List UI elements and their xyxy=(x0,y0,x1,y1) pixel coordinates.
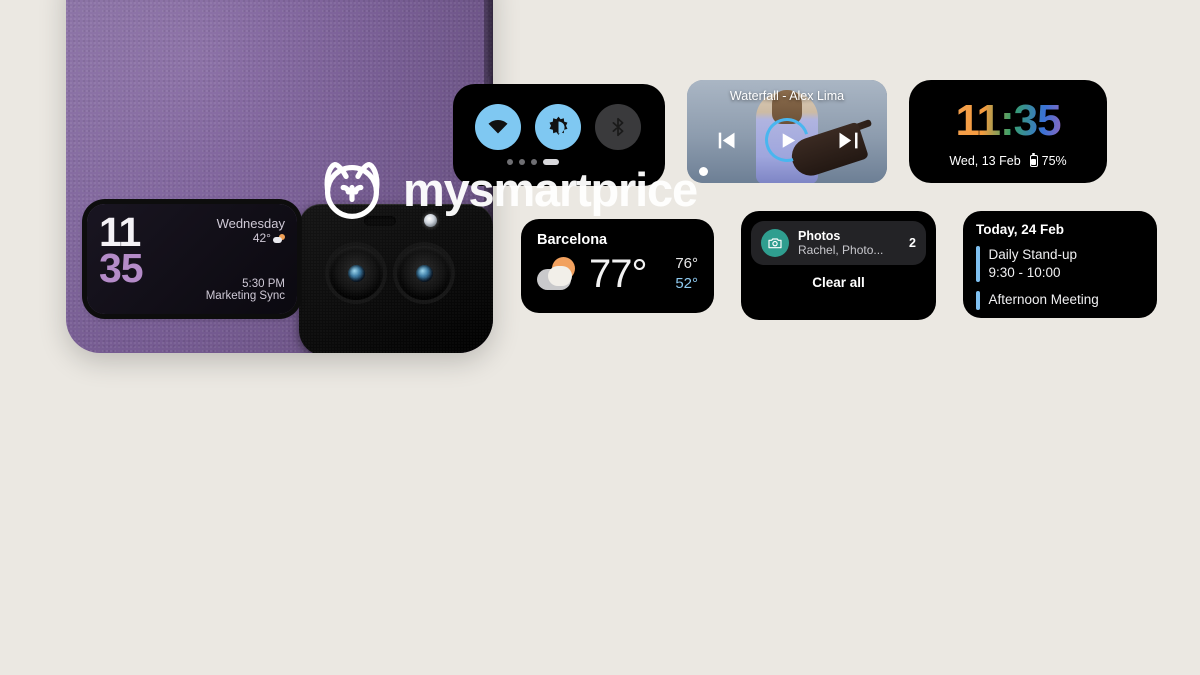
partly-cloudy-icon xyxy=(537,256,583,292)
page-dot xyxy=(531,159,537,165)
clock-subtitle: Wed, 13 Feb 75% xyxy=(909,153,1107,168)
play-button[interactable] xyxy=(765,118,809,162)
calendar-event-body: Afternoon Meeting xyxy=(989,291,1099,309)
cover-event-name: Marketing Sync xyxy=(205,290,285,302)
camera-module xyxy=(299,204,493,353)
quick-settings-page-dots[interactable] xyxy=(453,150,665,165)
notification-count: 2 xyxy=(909,236,916,250)
calendar-event[interactable]: Afternoon Meeting xyxy=(976,291,1144,310)
brightness-icon xyxy=(549,116,567,135)
calendar-event[interactable]: Daily Stand-up 9:30 - 10:00 xyxy=(976,246,1144,283)
quick-settings-widget[interactable] xyxy=(453,84,665,186)
previous-track-icon[interactable] xyxy=(712,127,739,154)
calendar-widget[interactable]: Today, 24 Feb Daily Stand-up 9:30 - 10:0… xyxy=(963,211,1157,318)
weather-high: 76° xyxy=(675,255,698,272)
cover-weather-block: Wednesday 42° xyxy=(181,216,285,245)
weather-widget[interactable]: Barcelona 77° 76° 52° xyxy=(521,219,714,313)
calendar-header: Today, 24 Feb xyxy=(976,222,1065,237)
battery-icon xyxy=(1029,153,1038,167)
weather-low: 52° xyxy=(675,275,698,293)
weather-high-low: 76° 52° xyxy=(675,254,698,295)
notification-summary: Rachel, Photo... xyxy=(798,243,884,257)
bluetooth-toggle[interactable] xyxy=(595,104,641,150)
play-icon xyxy=(782,132,795,148)
cover-display[interactable]: 11 35 Wednesday 42° 5:30 PM Marketing Sy… xyxy=(87,204,297,314)
notification-app-name: Photos xyxy=(798,229,841,243)
weather-readout: 77° 76° 52° xyxy=(537,254,698,295)
next-track-icon[interactable] xyxy=(835,127,862,154)
calendar-event-body: Daily Stand-up 9:30 - 10:00 xyxy=(989,246,1078,282)
notification-text: Photos Rachel, Photo... xyxy=(798,229,900,257)
cover-temperature: 42° xyxy=(181,231,285,245)
notification-item[interactable]: Photos Rachel, Photo... 2 xyxy=(751,221,926,265)
cover-day-label: Wednesday xyxy=(216,216,285,231)
event-title: Afternoon Meeting xyxy=(988,292,1099,308)
wifi-icon xyxy=(488,120,508,134)
media-widget[interactable]: Waterfall - Alex Lima xyxy=(687,80,887,183)
media-track-title: Waterfall - Alex Lima xyxy=(729,89,845,103)
page-dot xyxy=(507,159,513,165)
event-accent-bar xyxy=(976,291,980,310)
event-accent-bar xyxy=(976,246,980,283)
camera-lens-secondary xyxy=(397,246,451,300)
clock-time: 11:35 xyxy=(909,80,1107,146)
event-time: 9:30 - 10:00 xyxy=(988,265,1061,281)
brightness-toggle[interactable] xyxy=(535,104,581,150)
media-progress-dot xyxy=(699,167,708,176)
camera-icon xyxy=(761,229,789,257)
clock-date: Wed, 13 Feb xyxy=(949,154,1021,168)
phone-device: 11 35 Wednesday 42° 5:30 PM Marketing Sy… xyxy=(66,0,493,353)
weather-city: Barcelona xyxy=(537,232,608,248)
bluetooth-icon xyxy=(612,117,624,137)
flash-icon xyxy=(424,214,437,227)
cover-clock-minutes: 35 xyxy=(99,245,144,292)
weather-current-temp: 77° xyxy=(589,252,647,297)
cover-event-time: 5:30 PM xyxy=(242,278,285,290)
page-dot-active xyxy=(543,159,559,165)
notifications-widget[interactable]: Photos Rachel, Photo... 2 Clear all xyxy=(741,211,936,320)
page-dot xyxy=(519,159,525,165)
cover-temperature-value: 42° xyxy=(252,231,271,245)
quick-settings-toggles xyxy=(453,84,665,150)
clear-all-button[interactable]: Clear all xyxy=(751,275,926,290)
cover-event-block: 5:30 PM Marketing Sync xyxy=(181,278,285,302)
partly-cloudy-icon xyxy=(272,233,285,243)
clock-widget[interactable]: 11:35 Wed, 13 Feb 75% xyxy=(909,80,1107,183)
battery-level: 75% xyxy=(1041,154,1067,168)
cover-display-clock: 11 35 xyxy=(99,211,181,304)
camera-lens-primary xyxy=(329,246,383,300)
sensor-slot-icon xyxy=(364,216,396,226)
media-controls xyxy=(687,118,887,162)
battery-status: 75% xyxy=(1029,153,1067,168)
screenshot-canvas: 11 35 Wednesday 42° 5:30 PM Marketing Sy… xyxy=(0,0,1200,675)
wifi-toggle[interactable] xyxy=(475,104,521,150)
event-title: Daily Stand-up xyxy=(988,247,1078,262)
cover-display-info: Wednesday 42° 5:30 PM Marketing Sync xyxy=(181,214,285,304)
